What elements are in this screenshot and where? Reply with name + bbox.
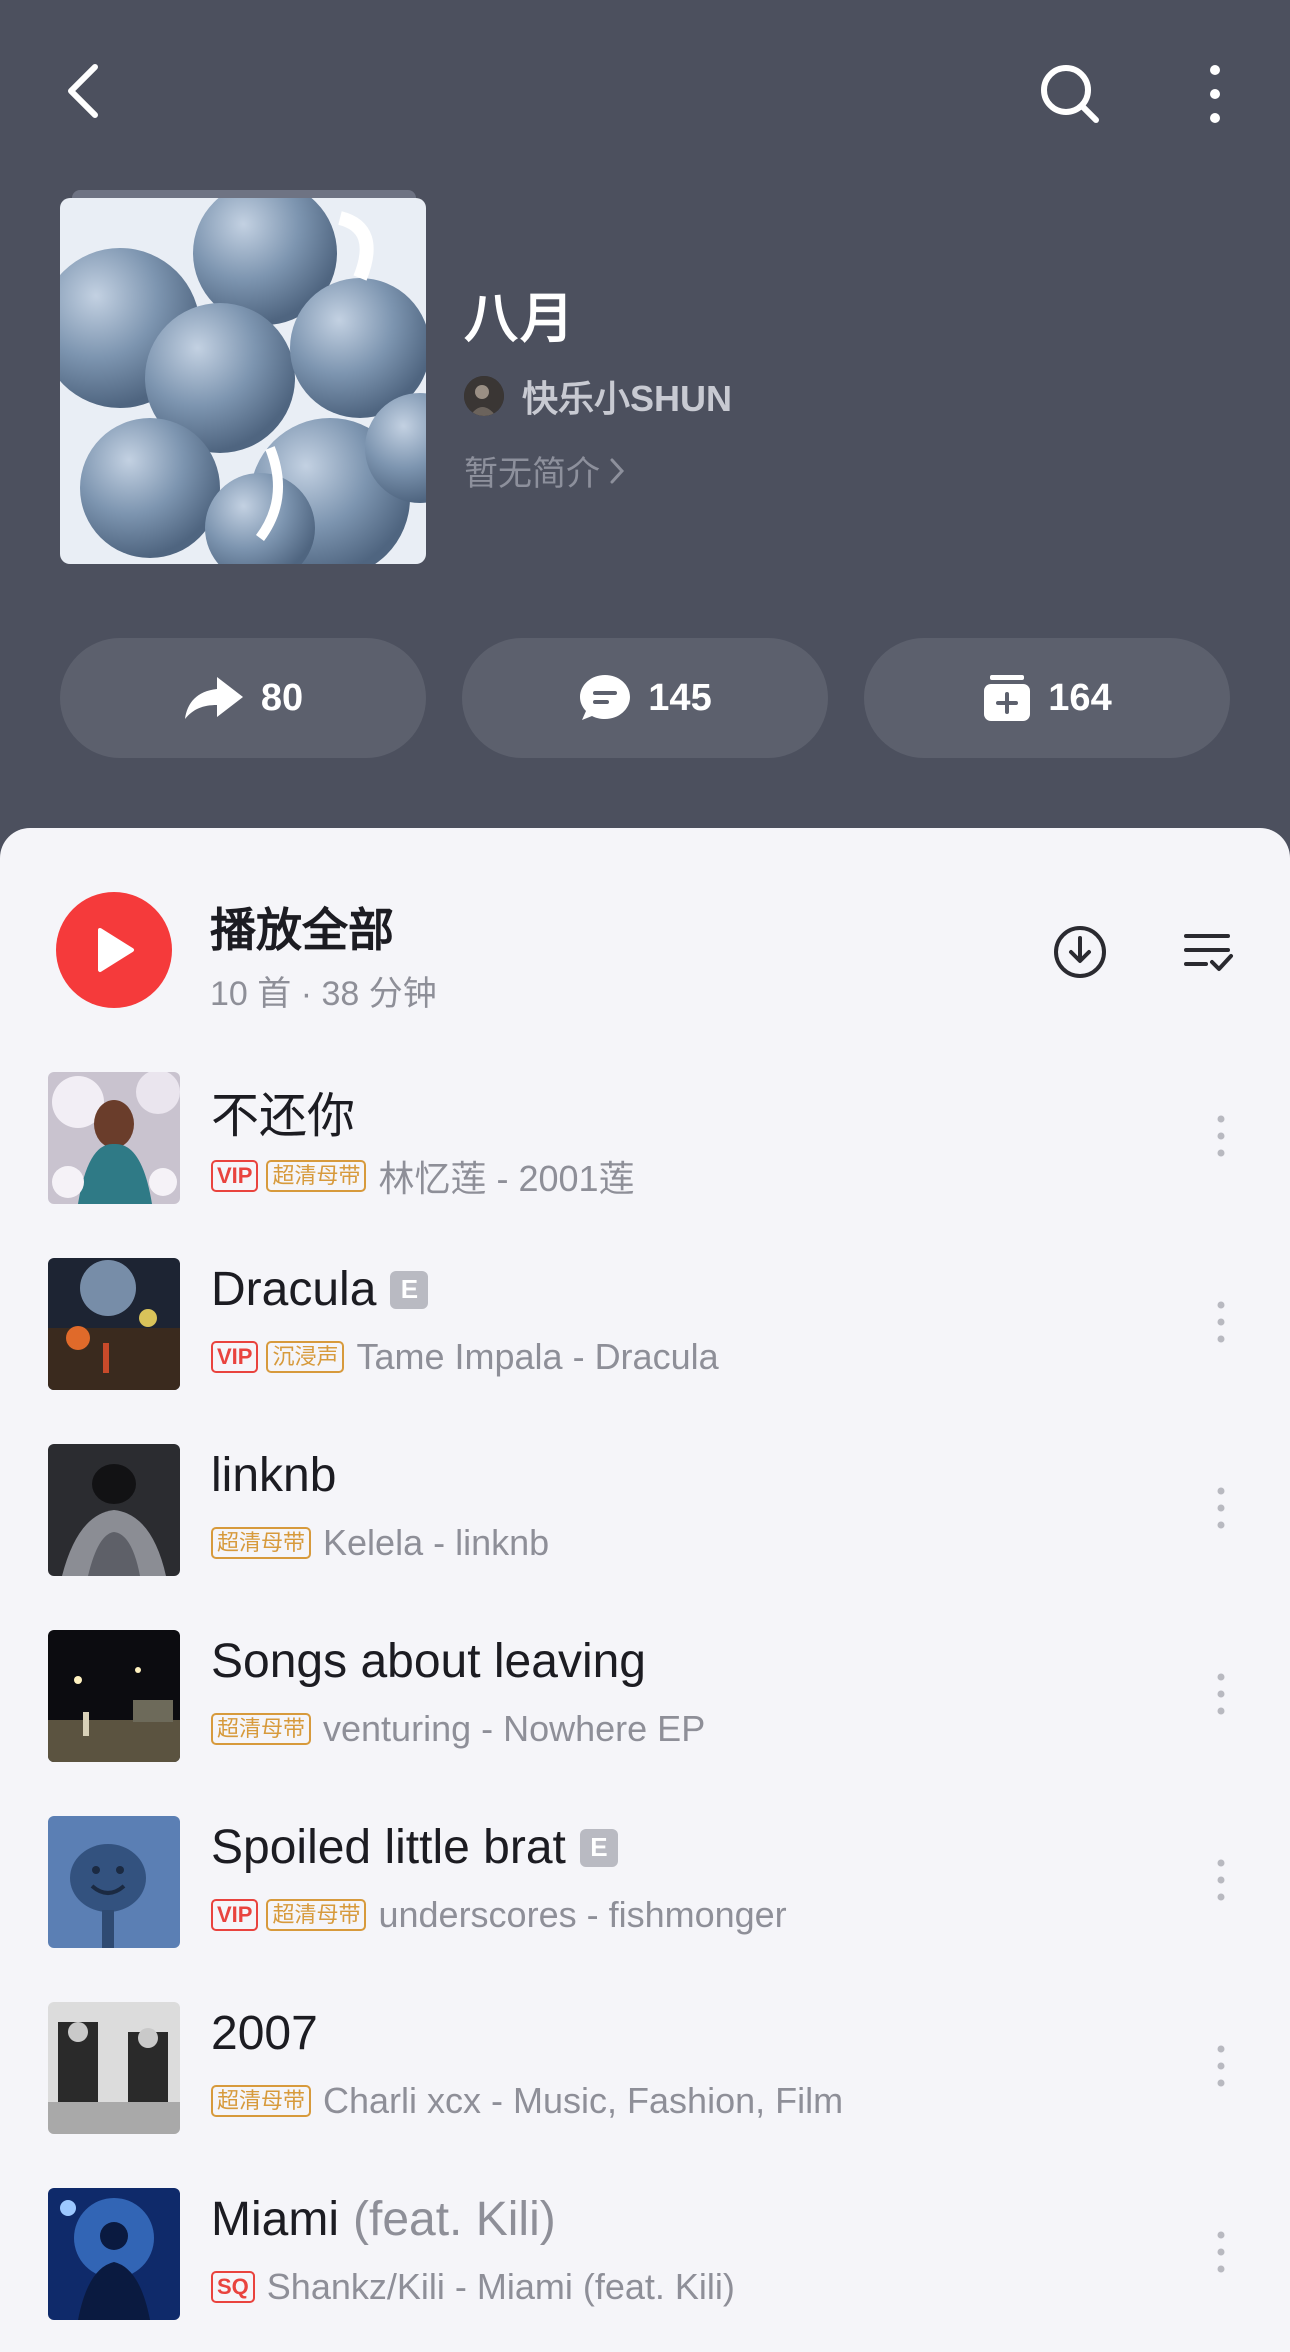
- song-title: Miami (feat. Kili): [211, 2193, 556, 2246]
- play-all-label[interactable]: 播放全部: [210, 894, 394, 960]
- explicit-badge: E: [390, 1270, 429, 1309]
- quality-badge: 超清母带: [266, 1160, 367, 1192]
- intro-text: 暂无简介: [464, 455, 600, 493]
- play-icon: [98, 928, 134, 972]
- song-row[interactable]: Songs about leaving 超清母带 venturing - Now…: [0, 1616, 1290, 1766]
- song-subtitle: 超清母带 Kelela - linknb: [211, 1522, 549, 1564]
- song-cover: [48, 1444, 180, 1576]
- quality-badge: 超清母带: [211, 1713, 312, 1745]
- song-artist: Kelela - linknb: [323, 1522, 550, 1563]
- song-row[interactable]: Miami (feat. Kili) SQ Shankz/Kili - Miam…: [0, 2174, 1290, 2324]
- song-artist: underscores - fishmonger: [378, 1894, 787, 1935]
- song-cover: [48, 2002, 180, 2134]
- quality-badge: 超清母带: [266, 1899, 367, 1931]
- vip-badge: VIP: [211, 1160, 259, 1192]
- song-title: Songs about leaving: [211, 1635, 646, 1688]
- song-more-button[interactable]: [1198, 1096, 1244, 1176]
- chevron-right-icon: [610, 458, 625, 483]
- song-row[interactable]: Spoiled little brat E VIP 超清母带 underscor…: [0, 1802, 1290, 1952]
- song-title: Spoiled little brat E: [211, 1820, 618, 1875]
- more-vertical-icon: [1217, 1487, 1225, 1529]
- add-to-library-icon: [984, 675, 1031, 721]
- song-featuring: (feat. Kili): [353, 2193, 556, 2246]
- more-vertical-icon: [1217, 2231, 1225, 2273]
- song-subtitle: VIP 沉浸声 Tame Impala - Dracula: [211, 1336, 719, 1378]
- playlist-cover[interactable]: [60, 198, 426, 564]
- song-artist: Tame Impala - Dracula: [356, 1336, 719, 1377]
- more-vertical-icon: [1217, 1673, 1225, 1715]
- song-title: 不还你: [211, 1090, 356, 1143]
- song-row[interactable]: Dracula E VIP 沉浸声 Tame Impala - Dracula: [0, 1244, 1290, 1394]
- song-title: 2007: [211, 2007, 318, 2060]
- download-icon: [1054, 926, 1106, 978]
- song-subtitle: 超清母带 Charli xcx - Music, Fashion, Film: [211, 2080, 843, 2122]
- song-artist: Shankz/Kili - Miami (feat. Kili): [266, 2266, 735, 2307]
- song-artist: venturing - Nowhere EP: [323, 1708, 706, 1749]
- song-cover: [48, 1258, 180, 1390]
- more-vertical-icon: [1217, 2045, 1225, 2087]
- share-icon: [184, 677, 243, 719]
- song-subtitle: SQ Shankz/Kili - Miami (feat. Kili): [211, 2266, 735, 2308]
- song-more-button[interactable]: [1198, 2212, 1244, 2292]
- song-cover: [48, 1072, 180, 1204]
- song-row[interactable]: 2007 超清母带 Charli xcx - Music, Fashion, F…: [0, 1988, 1290, 2138]
- song-more-button[interactable]: [1198, 1840, 1244, 1920]
- song-artist: 林忆莲 - 2001莲: [378, 1158, 635, 1199]
- share-count: 80: [260, 676, 304, 719]
- vip-badge: VIP: [211, 1899, 259, 1931]
- song-row[interactable]: linknb 超清母带 Kelela - linknb: [0, 1430, 1290, 1580]
- song-more-button[interactable]: [1198, 2026, 1244, 2106]
- song-more-button[interactable]: [1198, 1282, 1244, 1362]
- song-cover: [48, 2188, 180, 2320]
- collect-count: 164: [1048, 676, 1112, 719]
- song-row[interactable]: 不还你 VIP 超清母带 林忆莲 - 2001莲: [0, 1058, 1290, 1208]
- song-title: linknb: [211, 1449, 337, 1502]
- list-check-icon: [1184, 934, 1233, 971]
- play-all-button[interactable]: [56, 892, 172, 1008]
- creator-link[interactable]: 快乐小SHUN: [464, 370, 732, 422]
- play-all-meta: 10 首 · 38 分钟: [210, 975, 437, 1013]
- download-all-button[interactable]: [1044, 916, 1116, 988]
- song-subtitle: 超清母带 venturing - Nowhere EP: [211, 1708, 705, 1750]
- chevron-left-icon: [68, 64, 98, 118]
- playlist-intro-link[interactable]: 暂无简介: [464, 446, 628, 495]
- song-artist: Charli xcx - Music, Fashion, Film: [323, 2080, 844, 2121]
- song-subtitle: VIP 超清母带 林忆莲 - 2001莲: [211, 1150, 635, 1202]
- song-cover: [48, 1816, 180, 1948]
- song-cover: [48, 1630, 180, 1762]
- comment-button[interactable]: 145: [462, 638, 828, 758]
- quality-badge: 沉浸声: [266, 1341, 345, 1373]
- more-vertical-icon: [1217, 1301, 1225, 1343]
- collect-button[interactable]: 164: [864, 638, 1230, 758]
- sq-badge: SQ: [211, 2271, 255, 2303]
- more-options-button[interactable]: [1180, 54, 1250, 134]
- vip-badge: VIP: [211, 1341, 259, 1373]
- search-button[interactable]: [1030, 54, 1110, 134]
- comment-count: 145: [648, 676, 712, 719]
- search-icon: [1041, 65, 1099, 123]
- quality-badge: 超清母带: [211, 2085, 312, 2117]
- playlist-title: 八月: [464, 289, 576, 349]
- back-button[interactable]: [48, 56, 118, 126]
- more-vertical-icon: [1210, 65, 1220, 123]
- comment-icon: [580, 675, 631, 720]
- explicit-badge: E: [579, 1828, 618, 1867]
- more-vertical-icon: [1217, 1115, 1225, 1157]
- song-subtitle: VIP 超清母带 underscores - fishmonger: [211, 1894, 787, 1936]
- quality-badge: 超清母带: [211, 1527, 312, 1559]
- share-button[interactable]: 80: [60, 638, 426, 758]
- multi-select-button[interactable]: [1172, 916, 1244, 988]
- creator-avatar: [464, 376, 504, 416]
- song-more-button[interactable]: [1198, 1654, 1244, 1734]
- song-more-button[interactable]: [1198, 1468, 1244, 1548]
- creator-name: 快乐小SHUN: [522, 378, 733, 419]
- song-title: Dracula E: [211, 1262, 429, 1317]
- more-vertical-icon: [1217, 1859, 1225, 1901]
